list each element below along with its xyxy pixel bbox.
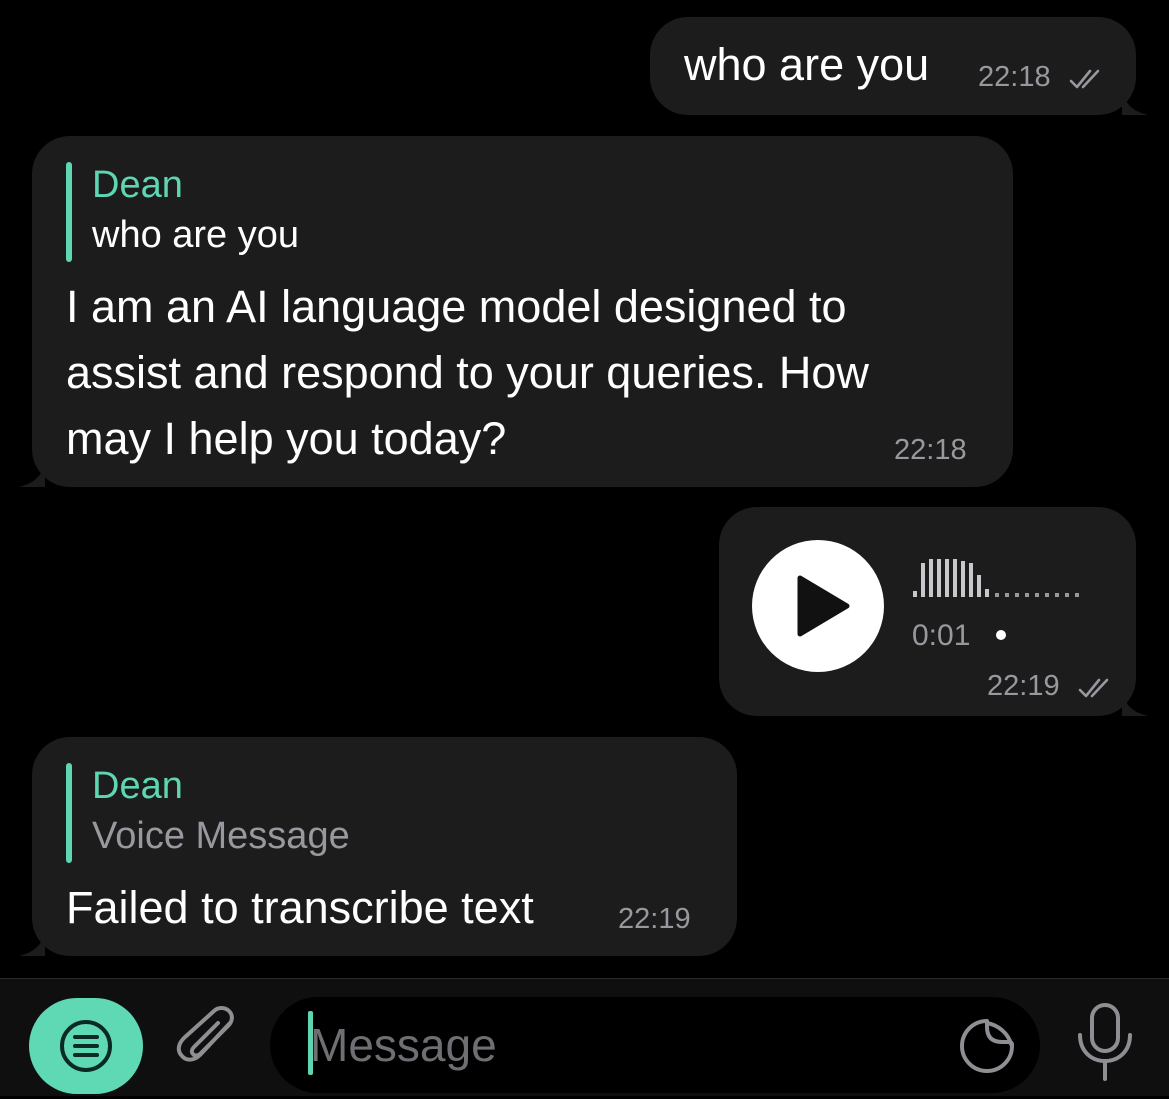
message-time: 22:19 <box>618 903 691 935</box>
outgoing-message-bubble[interactable]: who are you 22:18 <box>650 17 1136 115</box>
bubble-tail <box>1122 690 1148 716</box>
play-icon <box>797 575 850 637</box>
message-text-line: assist and respond to your queries. How <box>66 347 869 398</box>
paperclip-icon <box>176 1006 234 1062</box>
reply-author-name: Dean <box>92 164 183 206</box>
sticker-icon <box>960 1019 1014 1073</box>
menu-button[interactable] <box>29 998 143 1094</box>
message-text-line: I am an AI language model designed to <box>66 281 847 332</box>
reply-accent-bar <box>66 162 72 262</box>
unplayed-indicator-dot <box>996 630 1006 640</box>
menu-icon <box>60 1020 112 1072</box>
play-button[interactable] <box>752 540 884 672</box>
message-time: 22:18 <box>978 61 1051 93</box>
voice-waveform[interactable] <box>911 549 1101 609</box>
reply-author-name: Dean <box>92 765 183 807</box>
attach-button[interactable] <box>172 1003 244 1079</box>
reply-quoted-text: who are you <box>92 214 300 256</box>
bubble-tail <box>19 461 45 487</box>
double-check-icon <box>1078 678 1109 698</box>
reply-accent-bar <box>66 763 72 863</box>
reply-quoted-text: Voice Message <box>92 815 350 857</box>
message-time: 22:19 <box>987 670 1060 702</box>
message-text-line: may I help you today? <box>66 413 507 464</box>
microphone-button[interactable] <box>1072 999 1138 1085</box>
outgoing-voice-bubble[interactable]: 0:01 22:19 <box>719 507 1136 716</box>
sticker-button[interactable] <box>958 1017 1016 1075</box>
bubble-tail <box>19 930 45 956</box>
message-text: who are you <box>684 39 930 90</box>
message-text: Failed to transcribe text <box>66 882 534 933</box>
microphone-icon <box>1078 1003 1132 1081</box>
incoming-message-bubble[interactable]: Dean who are you I am an AI language mod… <box>32 136 1013 487</box>
message-time: 22:18 <box>894 434 967 466</box>
message-input[interactable] <box>310 1015 930 1075</box>
bubble-tail <box>1122 89 1148 115</box>
double-check-icon <box>1069 69 1100 89</box>
incoming-message-bubble[interactable]: Dean Voice Message Failed to transcribe … <box>32 737 737 956</box>
message-input-bar <box>0 978 1169 1096</box>
message-field[interactable] <box>270 997 1040 1093</box>
voice-duration: 0:01 <box>912 619 971 652</box>
